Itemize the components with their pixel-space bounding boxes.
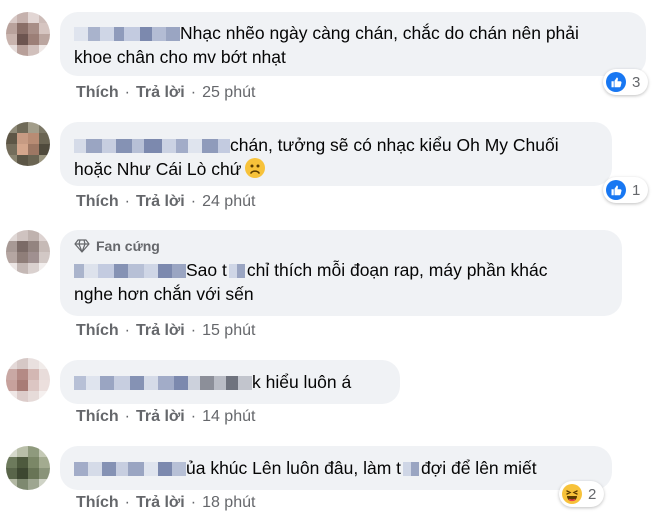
like-icon bbox=[606, 72, 626, 92]
comment-bubble: k hiểu luôn á bbox=[60, 360, 400, 404]
reply-link[interactable]: Trả lời bbox=[136, 84, 185, 101]
avatar[interactable] bbox=[6, 230, 50, 274]
timestamp[interactable]: 18 phút bbox=[202, 494, 255, 511]
avatar[interactable] bbox=[6, 122, 50, 166]
blurred-word bbox=[228, 264, 245, 279]
like-link[interactable]: Thích bbox=[76, 84, 119, 101]
comment-actions: Thích · Trả lời · 24 phút bbox=[76, 193, 256, 210]
avatar[interactable] bbox=[6, 446, 50, 490]
reply-link[interactable]: Trả lời bbox=[136, 494, 185, 511]
timestamp[interactable]: 14 phút bbox=[202, 408, 255, 425]
blurred-username[interactable] bbox=[74, 139, 230, 154]
like-link[interactable]: Thích bbox=[76, 193, 119, 210]
comment-text-line: ủa khúc Lên luôn đâu, làm t bbox=[186, 458, 402, 478]
comment-bubble: Nhạc nhẽo ngày càng chán, chắc do chán n… bbox=[60, 12, 646, 76]
comment-actions: Thích · Trả lời · 18 phút bbox=[76, 494, 256, 511]
comment-text-line: nghe hơn chắn với sến bbox=[74, 284, 254, 304]
haha-icon bbox=[562, 484, 582, 504]
reaction-count: 2 bbox=[588, 485, 597, 503]
comment-actions: Thích · Trả lời · 15 phút bbox=[76, 322, 256, 339]
comment-bubble: Fan cứng Sao t chỉ thích mỗi đoạn rap, má… bbox=[60, 230, 622, 316]
like-link[interactable]: Thích bbox=[76, 408, 119, 425]
avatar[interactable] bbox=[6, 358, 50, 402]
diamond-icon bbox=[74, 239, 90, 253]
blurred-word bbox=[403, 462, 420, 477]
comment-text-line: Nhạc nhẽo ngày càng chán, chắc do chán n… bbox=[180, 23, 579, 43]
blurred-username[interactable] bbox=[74, 264, 186, 279]
comment-actions: Thích · Trả lời · 14 phút bbox=[76, 408, 256, 425]
reply-link[interactable]: Trả lời bbox=[136, 322, 185, 339]
timestamp[interactable]: 24 phút bbox=[202, 193, 255, 210]
reaction-summary[interactable]: 1 bbox=[603, 177, 649, 203]
reply-link[interactable]: Trả lời bbox=[136, 408, 185, 425]
comment-text-line: chỉ thích mỗi đoạn rap, máy phần khác bbox=[246, 260, 548, 280]
comment-text-line: k hiểu luôn á bbox=[252, 372, 352, 392]
reply-link[interactable]: Trả lời bbox=[136, 193, 185, 210]
blurred-username[interactable] bbox=[74, 27, 180, 42]
comment-text-line: Sao t bbox=[186, 260, 227, 280]
like-link[interactable]: Thích bbox=[76, 322, 119, 339]
badge-label: Fan cứng bbox=[96, 238, 160, 254]
comment-text-line: đợi để lên miết bbox=[421, 458, 537, 478]
reaction-count: 1 bbox=[632, 181, 641, 199]
timestamp[interactable]: 15 phút bbox=[202, 322, 255, 339]
timestamp[interactable]: 25 phút bbox=[202, 84, 255, 101]
avatar[interactable] bbox=[6, 12, 50, 56]
comment-bubble: ủa khúc Lên luôn đâu, làm t đợi để lên mi… bbox=[60, 446, 612, 490]
fan-badge: Fan cứng bbox=[74, 238, 608, 254]
comment-text-line: chán, tưởng sẽ có nhạc kiểu Oh My Chuối bbox=[230, 135, 559, 155]
reaction-count: 3 bbox=[632, 73, 641, 91]
sad-face-icon bbox=[245, 158, 266, 178]
reaction-summary[interactable]: 2 bbox=[559, 481, 605, 507]
like-link[interactable]: Thích bbox=[76, 494, 119, 511]
like-icon bbox=[606, 180, 626, 200]
blurred-username[interactable] bbox=[74, 376, 252, 391]
blurred-username[interactable] bbox=[74, 462, 186, 477]
comment-text-line: khoe chân cho mv bớt nhạt bbox=[74, 47, 286, 67]
comment-bubble: chán, tưởng sẽ có nhạc kiểu Oh My Chuối … bbox=[60, 122, 612, 186]
reaction-summary[interactable]: 3 bbox=[603, 69, 649, 95]
comment-text-line: hoặc Như Cái Lò chứ bbox=[74, 159, 242, 179]
comment-actions: Thích · Trả lời · 25 phút bbox=[76, 84, 256, 101]
